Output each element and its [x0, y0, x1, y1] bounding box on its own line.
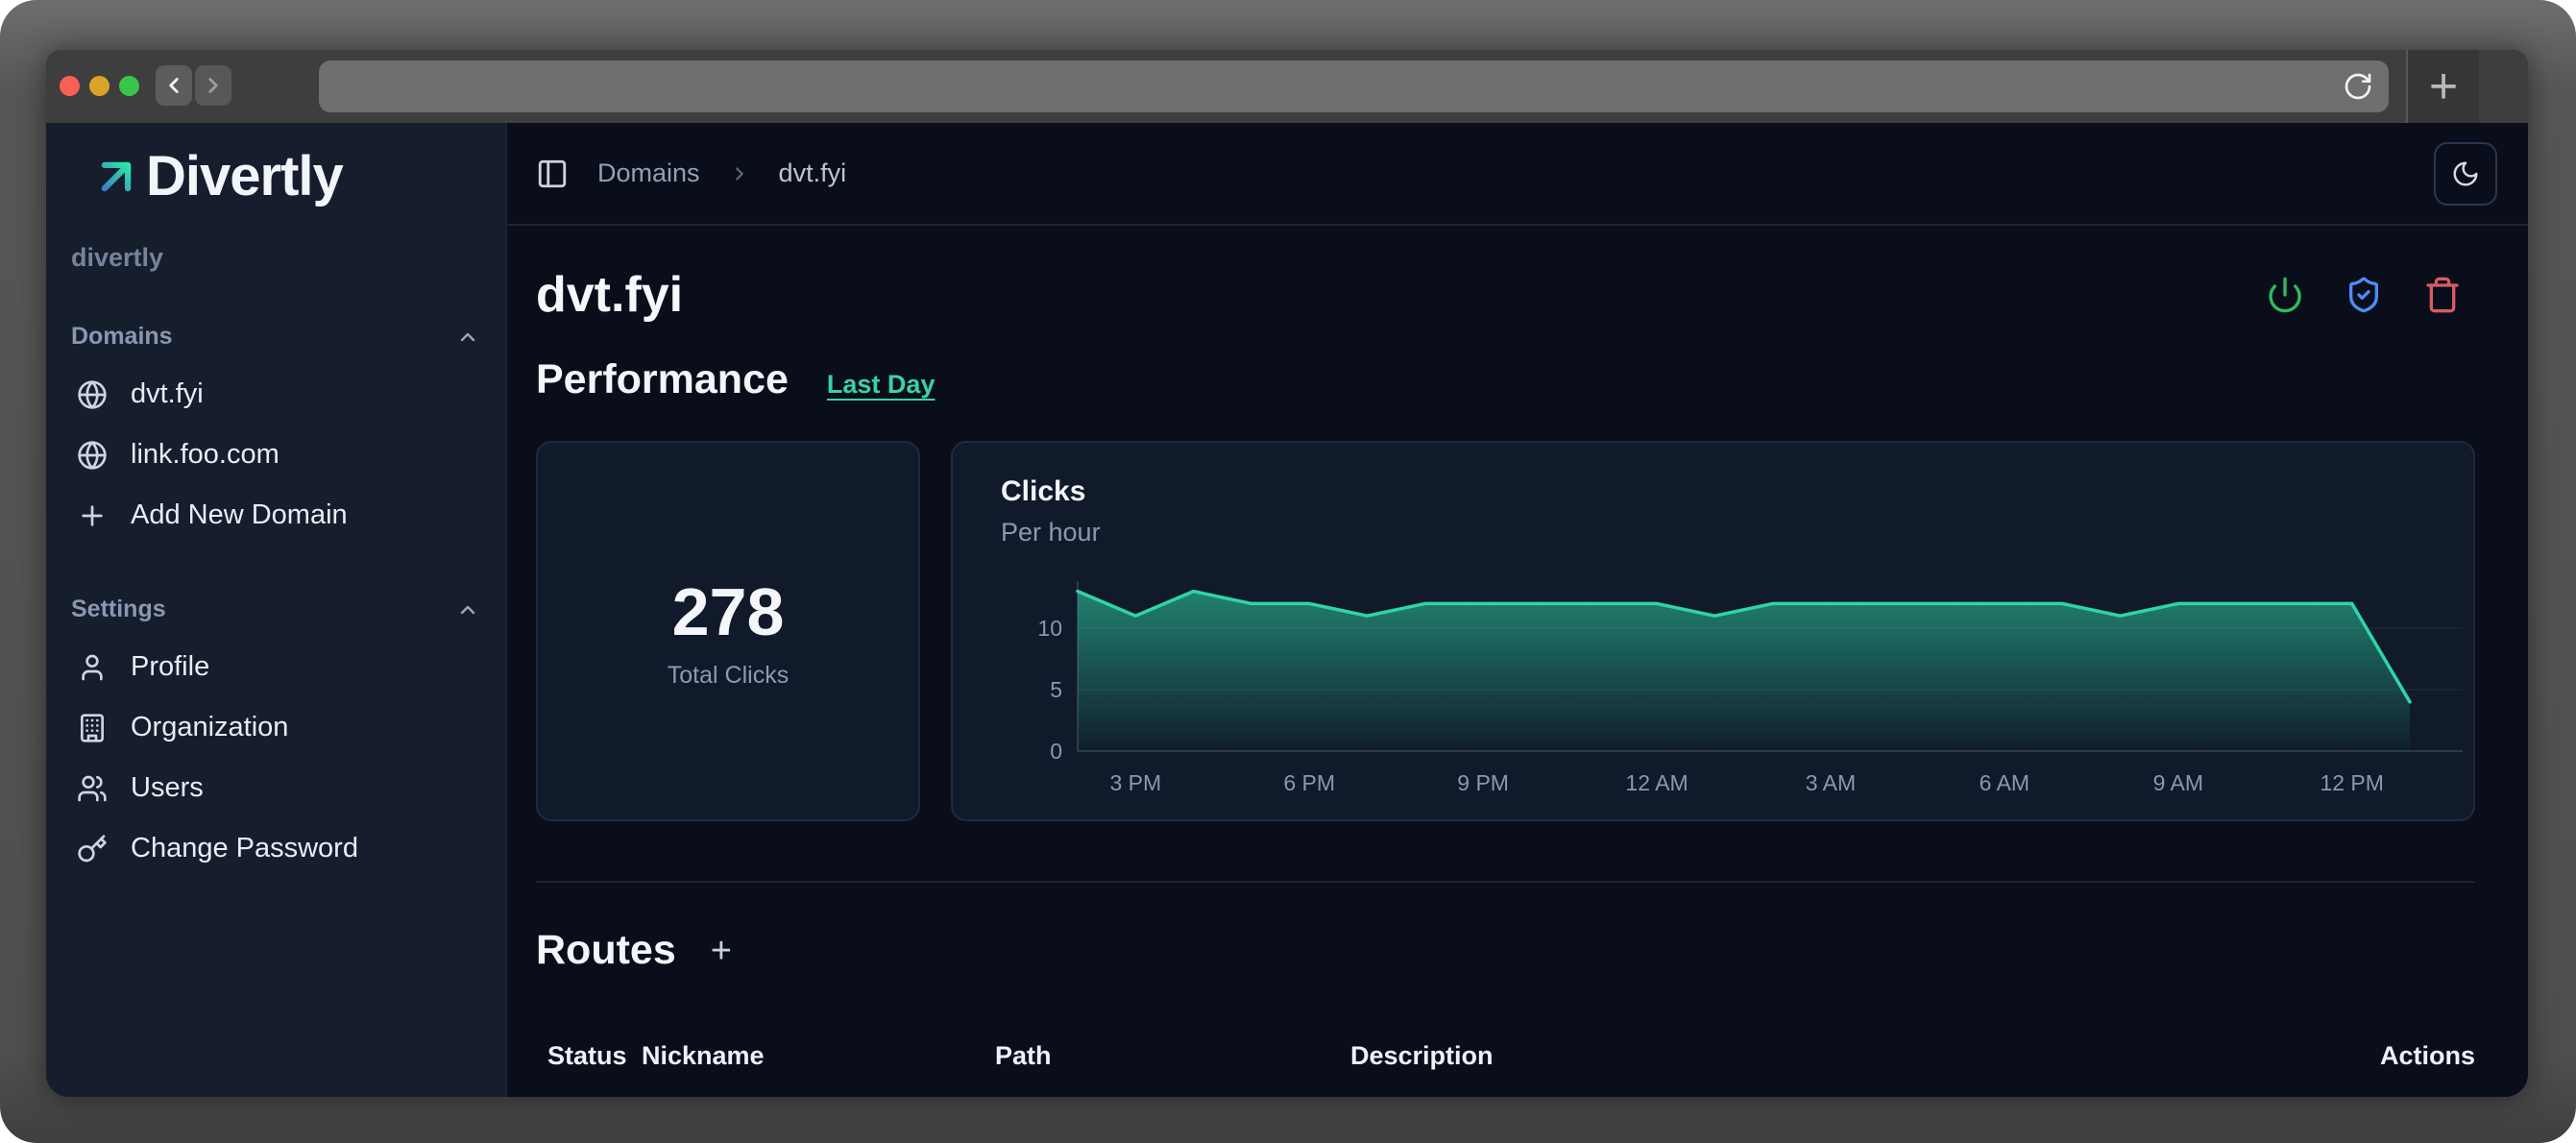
svg-text:3 PM: 3 PM: [1109, 770, 1161, 795]
settings-section-label: Settings: [71, 596, 166, 623]
svg-text:12 PM: 12 PM: [2320, 770, 2383, 795]
minimize-window-button[interactable]: [89, 76, 109, 96]
delete-domain-button[interactable]: [2423, 276, 2462, 314]
sidebar-item-link-foo-com[interactable]: link.foo.com: [71, 425, 479, 485]
new-tab-button[interactable]: +: [2406, 50, 2479, 123]
chart-subtitle: Per hour: [1001, 518, 2473, 547]
globe-icon: [77, 379, 108, 410]
column-header-status: Status: [547, 1041, 627, 1071]
building-icon: [77, 713, 108, 743]
main-area: Domains dvt.fyi dvt.fyi: [507, 123, 2528, 1097]
arrow-up-right-icon: [88, 149, 144, 205]
org-name: divertly: [71, 243, 506, 273]
range-last-day-link[interactable]: Last Day: [827, 370, 936, 400]
browser-forward-button[interactable]: [195, 65, 231, 106]
total-clicks-label: Total Clicks: [668, 662, 789, 690]
chevron-up-icon: [456, 598, 479, 621]
clicks-area-chart: 0 5 10 3 PM 6 PM 9 PM 12 AM 3 AM 6 AM 9 AM 12 PM: [1010, 554, 2475, 806]
browser-back-button[interactable]: [156, 65, 192, 106]
users-icon: [77, 773, 108, 804]
sidebar-item-label: dvt.fyi: [131, 378, 204, 410]
clicks-chart-card: Clicks Per hour 0 5 10 3 PM 6 PM 9 PM 12 AM 3 A…: [951, 441, 2475, 821]
page-content: dvt.fyi: [507, 226, 2528, 1097]
security-button[interactable]: [2345, 276, 2383, 314]
chevron-right-icon: [201, 73, 226, 98]
refresh-icon[interactable]: [2343, 71, 2373, 102]
screenshot-frame: + Divertly divertly Domains: [0, 0, 2576, 1143]
url-bar[interactable]: [319, 61, 2389, 112]
routes-heading: Routes: [536, 927, 676, 974]
breadcrumb-current: dvt.fyi: [779, 158, 847, 188]
svg-text:6 AM: 6 AM: [1980, 770, 2029, 795]
sidebar-item-dvt-fyi[interactable]: dvt.fyi: [71, 364, 479, 425]
chart-title: Clicks: [1001, 475, 2473, 508]
add-route-button[interactable]: +: [711, 933, 732, 969]
performance-heading: Performance: [536, 356, 789, 403]
sidebar-item-organization[interactable]: Organization: [71, 697, 479, 758]
sidebar-item-profile[interactable]: Profile: [71, 637, 479, 697]
svg-text:0: 0: [1050, 739, 1062, 764]
moon-icon: [2451, 159, 2480, 188]
browser-titlebar: +: [46, 50, 2528, 123]
column-header-description: Description: [1350, 1041, 1494, 1071]
chevron-right-icon: [729, 163, 750, 184]
breadcrumb-domains-link[interactable]: Domains: [597, 158, 700, 188]
sidebar-item-label: Change Password: [131, 833, 358, 864]
zoom-window-button[interactable]: [119, 76, 139, 96]
chevron-up-icon: [456, 326, 479, 349]
routes-table-header: Status Nickname Path Description Actions: [536, 1041, 2475, 1074]
globe-icon: [77, 440, 108, 471]
sidebar-item-label: Profile: [131, 651, 209, 683]
column-header-actions: Actions: [2380, 1041, 2475, 1071]
total-clicks-card: 278 Total Clicks: [536, 441, 920, 821]
trash-icon: [2423, 276, 2462, 314]
dark-mode-toggle-button[interactable]: [2434, 142, 2497, 206]
panel-left-icon[interactable]: [536, 158, 569, 190]
shield-check-icon: [2345, 276, 2383, 314]
section-divider: [536, 881, 2475, 883]
svg-text:5: 5: [1050, 677, 1062, 702]
svg-text:12 AM: 12 AM: [1625, 770, 1688, 795]
logo[interactable]: Divertly: [88, 144, 506, 208]
domain-actions: [2266, 276, 2462, 314]
svg-text:10: 10: [1037, 616, 1062, 641]
chevron-left-icon: [161, 73, 186, 98]
svg-text:6 PM: 6 PM: [1283, 770, 1335, 795]
column-header-path: Path: [995, 1041, 1052, 1071]
close-window-button[interactable]: [60, 76, 80, 96]
svg-text:9 PM: 9 PM: [1457, 770, 1509, 795]
browser-window: + Divertly divertly Domains: [46, 50, 2528, 1097]
power-toggle-button[interactable]: [2266, 276, 2304, 314]
svg-text:9 AM: 9 AM: [2153, 770, 2203, 795]
sidebar-section-settings: Settings Profile: [71, 596, 479, 879]
sidebar-item-users[interactable]: Users: [71, 758, 479, 818]
user-icon: [77, 652, 108, 683]
sidebar: Divertly divertly Domains: [46, 123, 507, 1097]
page-title: dvt.fyi: [536, 268, 683, 322]
header-bar: Domains dvt.fyi: [507, 123, 2528, 226]
settings-section-header[interactable]: Settings: [71, 596, 479, 623]
sidebar-item-label: Organization: [131, 712, 288, 743]
sidebar-item-label: Users: [131, 772, 204, 804]
breadcrumb: Domains dvt.fyi: [536, 158, 846, 190]
sidebar-item-add-new-domain[interactable]: Add New Domain: [71, 485, 479, 546]
sidebar-section-domains: Domains dvt.fyi: [71, 323, 479, 546]
plus-icon: +: [2429, 61, 2458, 111]
sidebar-item-change-password[interactable]: Change Password: [71, 818, 479, 879]
key-icon: [77, 834, 108, 864]
domains-section-header[interactable]: Domains: [71, 323, 479, 351]
power-icon: [2266, 276, 2304, 314]
app-root: Divertly divertly Domains: [46, 123, 2528, 1097]
svg-text:3 AM: 3 AM: [1806, 770, 1856, 795]
total-clicks-value: 278: [672, 573, 785, 650]
logo-text: Divertly: [146, 144, 343, 208]
sidebar-item-label: link.foo.com: [131, 439, 279, 471]
domains-section-label: Domains: [71, 323, 173, 351]
sidebar-item-label: Add New Domain: [131, 499, 348, 531]
column-header-nickname: Nickname: [642, 1041, 765, 1071]
plus-icon: [77, 500, 108, 531]
